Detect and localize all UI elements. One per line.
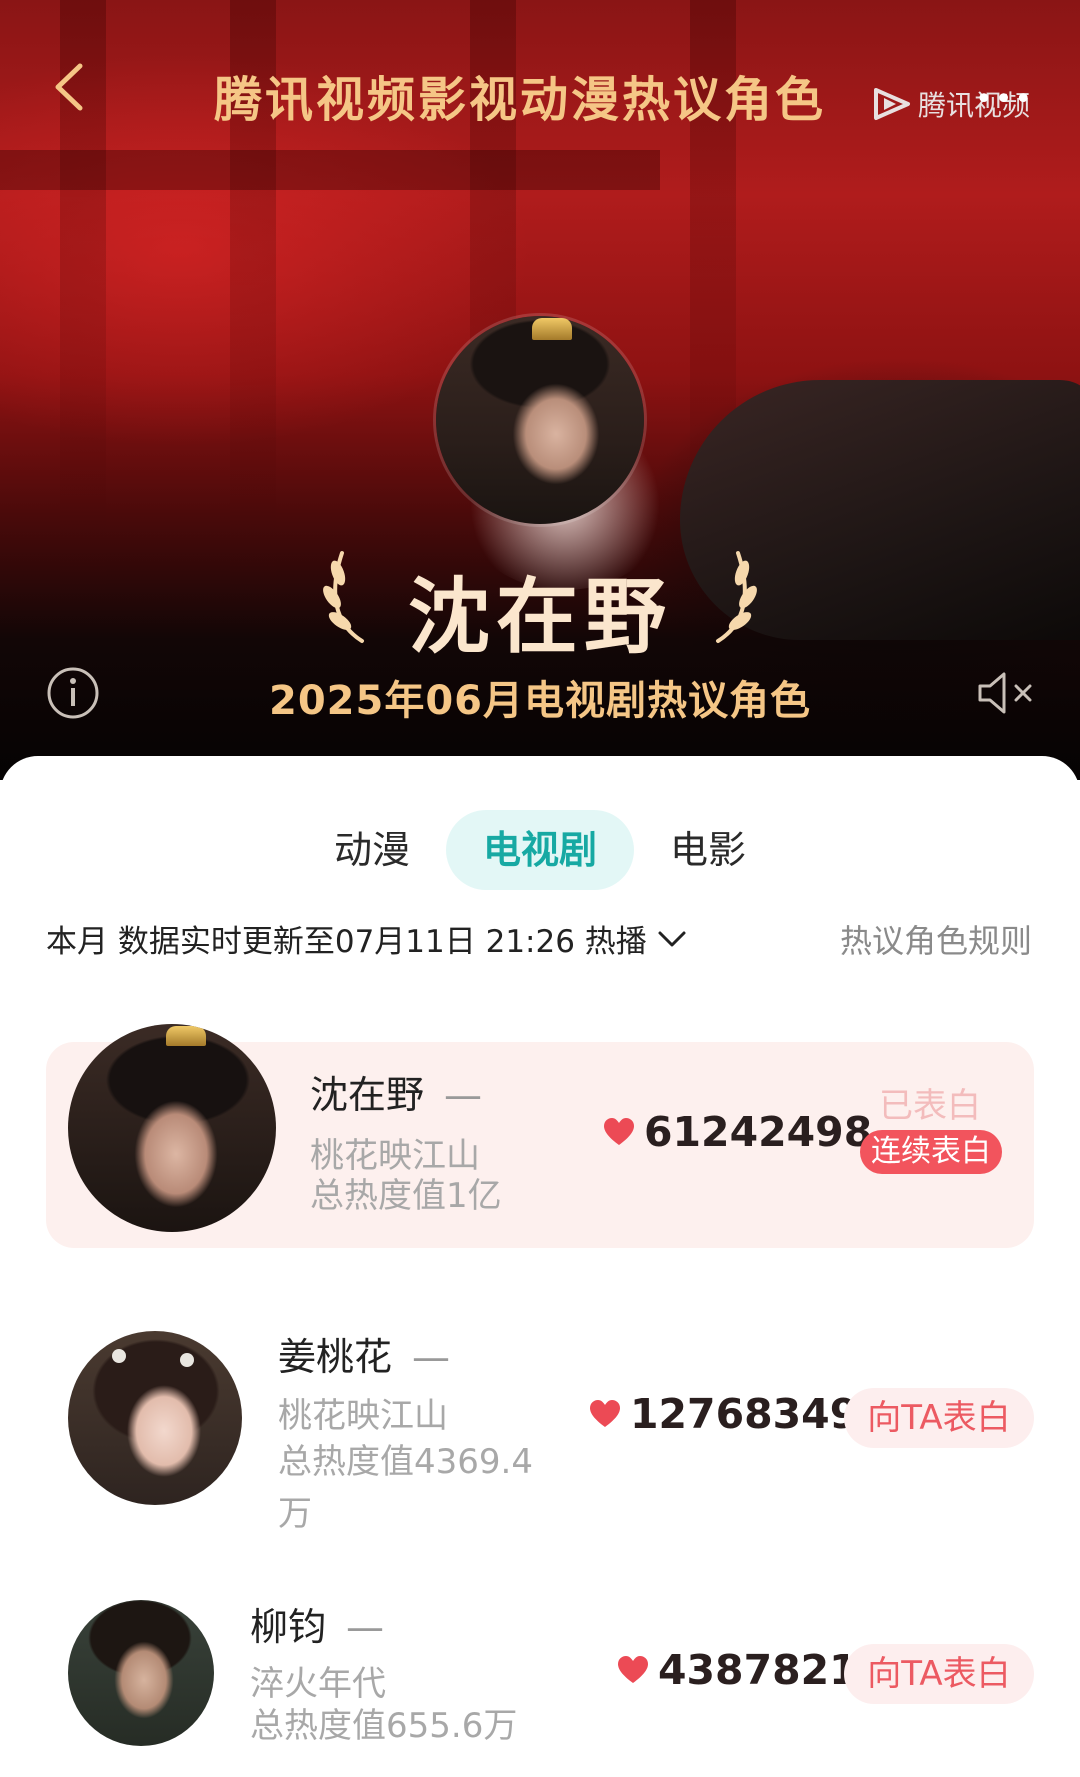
hair-crown-decoration <box>532 318 572 340</box>
heat-score-value: 61242498 <box>644 1108 873 1156</box>
heat-score-value: 4387821 <box>658 1646 858 1694</box>
character-name-text: 姜桃花 <box>278 1335 393 1379</box>
heat-score: 4387821 <box>618 1646 858 1694</box>
back-arrow-icon[interactable] <box>50 62 90 112</box>
avatar[interactable] <box>68 1600 214 1746</box>
more-options-icon[interactable]: ••• <box>975 82 1034 117</box>
chevron-down-icon[interactable] <box>657 929 687 949</box>
character-name-text: 柳钧 <box>250 1605 327 1649</box>
tab-movie[interactable]: 电影 <box>648 810 768 890</box>
update-status: 本月 数据实时更新至07月11日 21:26 热播 <box>46 916 687 961</box>
drama-title: 淬火年代 <box>250 1664 386 1704</box>
list-item[interactable]: 柳钧 — 淬火年代 总热度值655.6万 4387821 向TA表白 <box>0 1596 1080 1776</box>
continue-confess-button[interactable]: 连续表白 <box>860 1130 1002 1174</box>
heat-score-value: 12768349 <box>630 1390 859 1438</box>
update-status-text: 本月 数据实时更新至07月11日 21:26 热播 <box>46 924 647 960</box>
avatar[interactable] <box>68 1024 276 1232</box>
total-heat: 总热度值655.6万 <box>250 1706 518 1746</box>
total-heat: 总热度值4369.4万 <box>278 1442 533 1534</box>
background-decoration <box>0 150 660 190</box>
category-tabs: 动漫 电视剧 电影 <box>0 810 1080 890</box>
page-title: 腾讯视频影视动漫热议角色 <box>213 72 826 128</box>
avatar[interactable] <box>68 1331 242 1505</box>
character-name: 柳钧 — <box>250 1596 384 1651</box>
character-name-text: 沈在野 <box>310 1073 425 1117</box>
heart-icon <box>590 1400 620 1427</box>
tab-tv-series[interactable]: 电视剧 <box>446 810 634 890</box>
hair-ornament-decoration <box>112 1349 126 1363</box>
heart-icon <box>618 1656 648 1683</box>
list-item[interactable]: 沈在野 — 桃花映江山 总热度值1亿 61242498 已表白 连续表白 <box>0 1024 1080 1252</box>
drama-title: 桃花映江山 <box>278 1396 448 1436</box>
hero-banner: 腾讯视频影视动漫热议角色 腾讯视频 ••• 沈在野 2025年06月电视剧热议角… <box>0 0 1080 780</box>
confess-button[interactable]: 向TA表白 <box>844 1388 1034 1448</box>
heat-score: 61242498 <box>604 1108 872 1156</box>
ranking-panel: 动漫 电视剧 电影 本月 数据实时更新至07月11日 21:26 热播 热议角色… <box>0 756 1080 1777</box>
featured-character-avatar <box>436 316 644 524</box>
info-icon[interactable] <box>46 666 100 720</box>
heart-icon <box>604 1118 634 1145</box>
list-item[interactable]: 姜桃花 — 桃花映江山 总热度值4369.4万 12768349 向TA表白 <box>0 1326 1080 1534</box>
hair-crown-decoration <box>166 1026 206 1046</box>
rank-change: — <box>412 1335 451 1379</box>
character-name: 姜桃花 — <box>278 1326 450 1381</box>
hair-ornament-decoration <box>180 1353 194 1367</box>
tab-anime[interactable]: 动漫 <box>312 810 432 890</box>
laurel-right-icon <box>716 551 757 643</box>
play-logo-icon <box>874 88 910 120</box>
heat-score: 12768349 <box>590 1390 858 1438</box>
rank-change: — <box>346 1605 385 1649</box>
mute-icon[interactable] <box>974 666 1036 720</box>
award-subtitle: 2025年06月电视剧热议角色 <box>269 678 811 724</box>
rank-change: — <box>444 1073 483 1117</box>
character-name: 沈在野 — <box>310 1064 482 1119</box>
confessed-label: 已表白 <box>879 1086 981 1126</box>
confess-button[interactable]: 向TA表白 <box>844 1644 1034 1704</box>
rules-link[interactable]: 热议角色规则 <box>840 916 1032 962</box>
total-heat: 总热度值1亿 <box>310 1176 502 1216</box>
